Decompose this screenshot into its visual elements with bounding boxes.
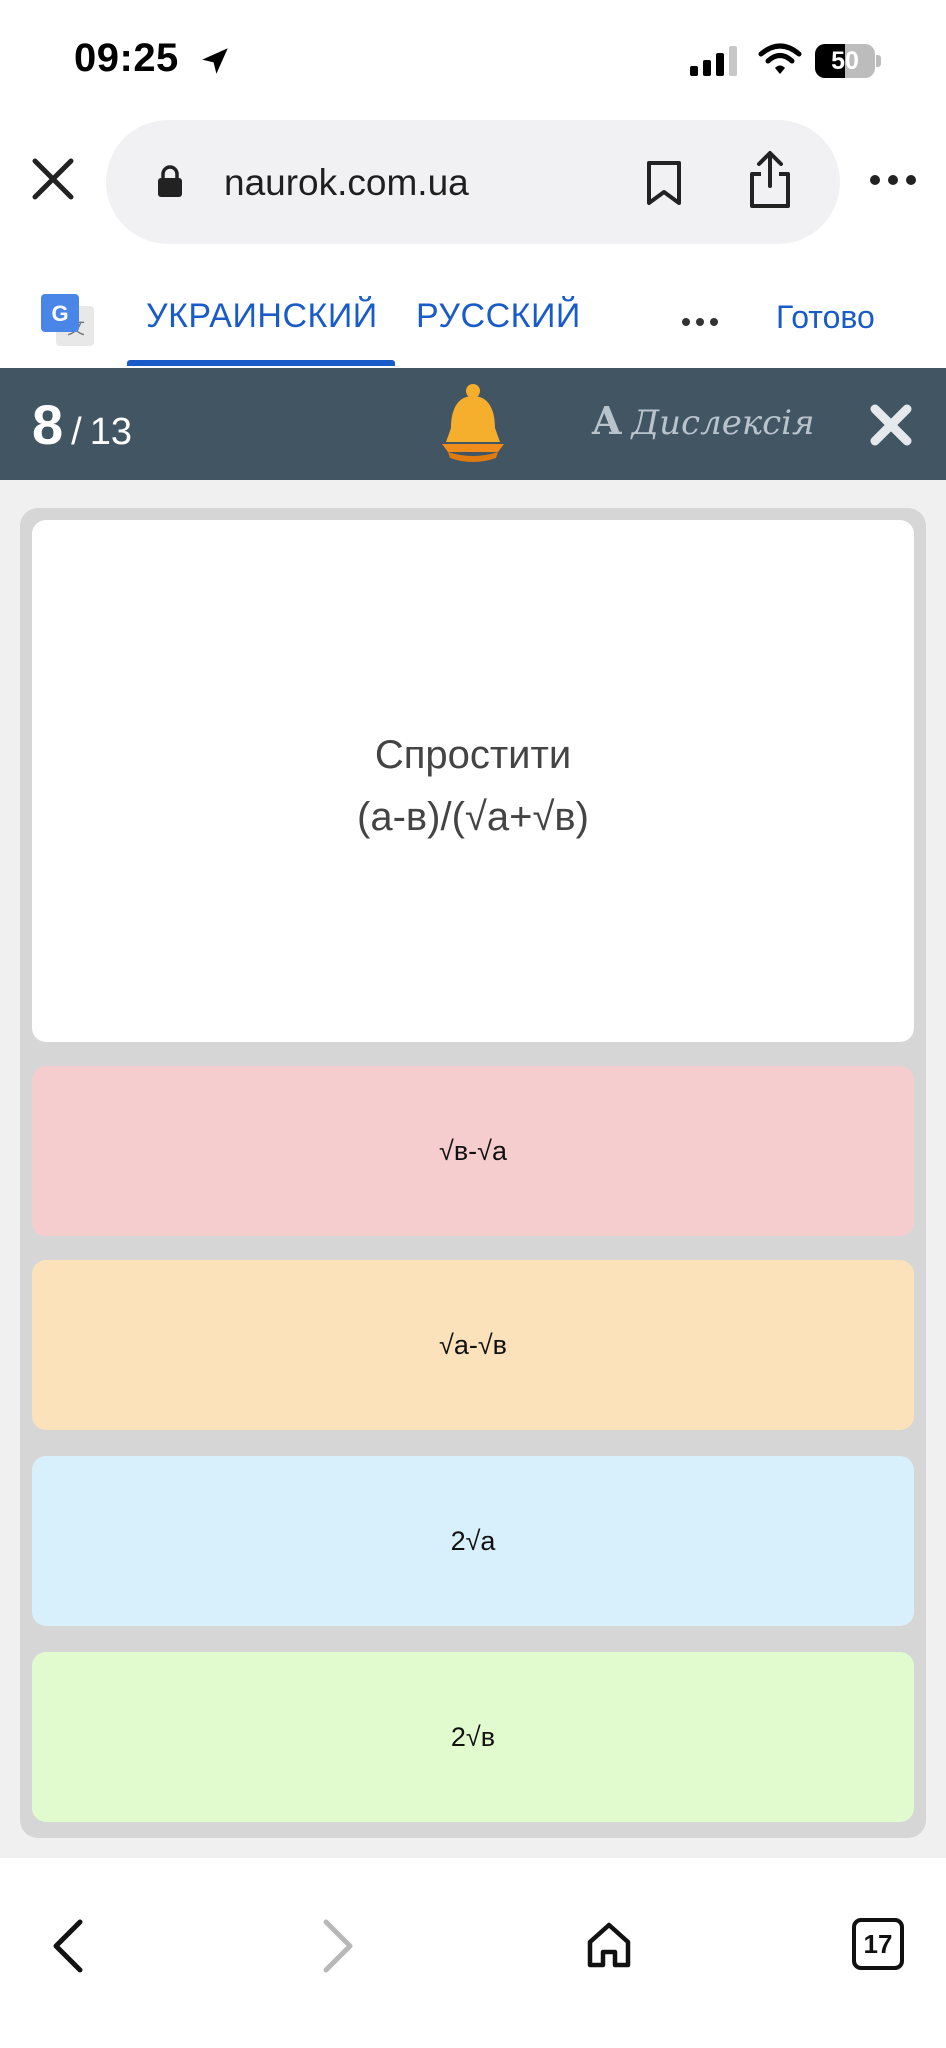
forward-icon[interactable] xyxy=(318,1916,358,1976)
google-translate-icon: 文 G xyxy=(41,294,94,346)
question-progress: 8/13 xyxy=(32,392,132,457)
question-text: Спростити (а-в)/(√а+√в) xyxy=(32,724,914,848)
bell-icon[interactable] xyxy=(436,382,510,466)
done-button[interactable]: Готово xyxy=(776,299,875,336)
answer-label: 2√в xyxy=(450,1722,496,1752)
answer-option-4[interactable]: 2√в xyxy=(32,1652,914,1822)
home-icon[interactable] xyxy=(584,1920,634,1970)
cellular-signal-icon xyxy=(690,46,737,76)
close-icon[interactable] xyxy=(30,156,76,202)
tab-ukrainian[interactable]: УКРАИНСКИЙ xyxy=(146,297,378,336)
active-tab-indicator xyxy=(127,360,395,366)
lock-icon xyxy=(158,165,182,197)
tabs-count: 17 xyxy=(863,1929,893,1959)
back-icon[interactable] xyxy=(48,1916,88,1976)
question-line-1: Спростити xyxy=(374,733,572,777)
answer-option-3[interactable]: 2√а xyxy=(32,1456,914,1626)
answer-label: √в-√а xyxy=(439,1136,507,1166)
dyslexia-toggle[interactable]: A Дислексія xyxy=(592,398,815,443)
question-card: Спростити (а-в)/(√а+√в) xyxy=(32,520,914,1042)
answer-label: 2√а xyxy=(450,1526,496,1556)
progress-separator: / xyxy=(71,411,82,453)
quiz-body: Спростити (а-в)/(√а+√в) √в-√а √а-√в 2√а … xyxy=(0,480,946,1858)
progress-total: 13 xyxy=(89,411,132,453)
question-line-2: (а-в)/(√а+√в) xyxy=(357,795,589,839)
svg-text:G: G xyxy=(51,301,68,326)
battery-icon: 50 xyxy=(815,44,881,78)
wifi-icon xyxy=(758,43,802,74)
status-time: 09:25 xyxy=(74,36,179,80)
answer-option-1[interactable]: √в-√а xyxy=(32,1066,914,1236)
translate-bar: 文 G УКРАИНСКИЙ РУССКИЙ Готово xyxy=(0,260,946,368)
status-bar: 09:25 50 xyxy=(0,0,946,120)
quiz-close-icon[interactable] xyxy=(868,402,914,448)
share-icon[interactable] xyxy=(746,150,794,210)
bookmark-icon[interactable] xyxy=(644,160,684,206)
answer-option-2[interactable]: √а-√в xyxy=(32,1260,914,1430)
dyslexia-font-icon: A xyxy=(592,398,622,443)
bottom-toolbar: 17 xyxy=(0,1858,946,2048)
progress-current: 8 xyxy=(32,393,64,456)
quiz-frame: Спростити (а-в)/(√а+√в) √в-√а √а-√в 2√а … xyxy=(20,508,926,1838)
tabs-button[interactable]: 17 xyxy=(852,1918,904,1970)
tab-russian[interactable]: РУССКИЙ xyxy=(416,297,581,336)
more-icon[interactable] xyxy=(868,170,918,190)
url-text: naurok.com.ua xyxy=(224,162,469,203)
quiz-header: 8/13 A Дислексія xyxy=(0,368,946,480)
translate-more-icon[interactable] xyxy=(680,316,720,328)
answer-label: √а-√в xyxy=(439,1330,507,1360)
battery-level: 50 xyxy=(831,47,859,75)
browser-bar: naurok.com.ua xyxy=(0,120,946,260)
location-arrow-icon xyxy=(202,48,228,74)
dyslexia-label: Дислексія xyxy=(631,403,815,443)
address-bar[interactable]: naurok.com.ua xyxy=(106,120,840,244)
